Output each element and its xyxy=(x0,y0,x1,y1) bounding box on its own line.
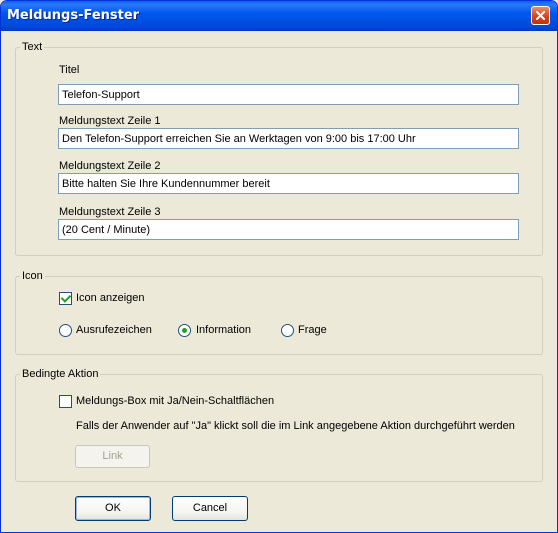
yesno-checkbox[interactable] xyxy=(59,395,72,408)
window-title: Meldungs-Fenster xyxy=(7,8,140,23)
title-bar[interactable]: Meldungs-Fenster xyxy=(1,1,557,31)
line1-input[interactable] xyxy=(58,128,519,149)
title-label: Titel xyxy=(59,64,80,76)
yesno-label[interactable]: Meldungs-Box mit Ja/Nein-Schaltflächen xyxy=(76,395,274,407)
line3-label: Meldungstext Zeile 3 xyxy=(59,206,161,218)
radio-information-label[interactable]: Information xyxy=(196,324,251,336)
line3-input[interactable] xyxy=(58,219,519,240)
action-hint-text: Falls der Anwender auf "Ja" klickt soll … xyxy=(76,420,515,432)
radio-ausrufezeichen[interactable] xyxy=(59,324,72,337)
radio-information[interactable] xyxy=(178,324,191,337)
cancel-button[interactable]: Cancel xyxy=(172,496,248,521)
link-button[interactable]: Link xyxy=(75,445,150,468)
icon-group: Icon xyxy=(15,270,543,355)
dialog-window: Meldungs-Fenster Text Titel Meldungstext… xyxy=(0,0,558,533)
text-group-legend: Text xyxy=(22,41,43,53)
radio-frage[interactable] xyxy=(281,324,294,337)
line1-label: Meldungstext Zeile 1 xyxy=(59,115,161,127)
ok-button[interactable]: OK xyxy=(75,496,151,521)
title-input[interactable] xyxy=(58,84,519,105)
show-icon-label[interactable]: Icon anzeigen xyxy=(76,292,145,304)
radio-ausrufezeichen-label[interactable]: Ausrufezeichen xyxy=(76,324,152,336)
close-icon xyxy=(536,11,545,20)
show-icon-checkbox[interactable] xyxy=(59,292,72,305)
action-group-legend: Bedingte Aktion xyxy=(22,368,99,380)
radio-frage-label[interactable]: Frage xyxy=(298,324,327,336)
line2-label: Meldungstext Zeile 2 xyxy=(59,160,161,172)
icon-group-legend: Icon xyxy=(22,270,43,282)
close-button[interactable] xyxy=(531,6,550,25)
line2-input[interactable] xyxy=(58,173,519,194)
